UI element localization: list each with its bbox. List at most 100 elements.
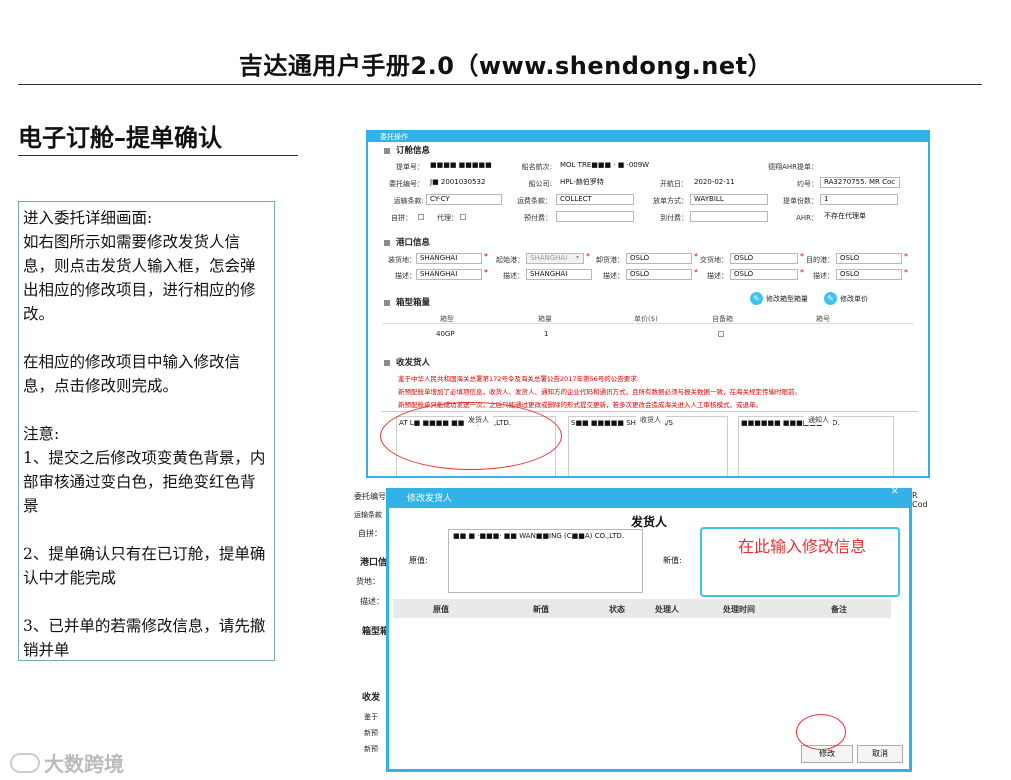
old-value-label: 原值: [409, 556, 428, 565]
cell-container-type: 40GP [436, 330, 455, 338]
bill-no-field[interactable]: ■■■■ ■■■■■ [426, 160, 506, 171]
sail-date-label: 开航日： [660, 180, 688, 188]
highlight-circle-shipper [380, 402, 562, 470]
prepaid-fee-field[interactable] [556, 211, 634, 222]
bg-row: 自拼： [358, 529, 382, 538]
origin-desc-field[interactable]: SHANGHAI [526, 269, 592, 280]
history-table-header: 原值 新值 状态 处理人 处理时间 备注 [393, 599, 891, 618]
bg-row: 描述： [360, 597, 384, 606]
bg-row: 箱型箱 [362, 627, 390, 637]
delivery-place-field[interactable]: OSLO [730, 253, 798, 264]
carrier-field[interactable]: HPL-赫伯罗特 [556, 177, 636, 188]
agent-checkbox[interactable] [460, 214, 466, 220]
input-hint-annotation: 在此输入修改信息 [738, 537, 867, 556]
own-container-checkbox[interactable] [718, 331, 724, 337]
bg-row: 鉴于 [364, 713, 378, 721]
watermark-logo-icon [10, 752, 40, 773]
collect-fee-label: 到付费： [660, 214, 688, 222]
self-consol-label: 自拼： [391, 214, 412, 222]
freight-terms-field[interactable]: COLLECT [556, 194, 634, 205]
chevron-down-icon: ▾ [576, 254, 580, 261]
section-title-underline [18, 155, 298, 156]
freight-terms-label: 运费条款： [517, 197, 552, 205]
desc-label: 描述： [603, 272, 624, 280]
vessel-field[interactable]: MOL TRE■■■ · ■ ·009W [556, 160, 676, 171]
transport-terms-label: 运输条款: [393, 197, 424, 205]
edit-price-button[interactable]: ✎ 修改单价 [824, 292, 868, 305]
th-remark: 备注 [831, 605, 847, 614]
th-handler: 处理人 [655, 605, 679, 614]
booking-section-title: 订舱信息 [384, 144, 430, 156]
edit-container-button[interactable]: ✎ 修改箱型箱量 [750, 292, 808, 305]
window-titlebar: 委托操作 [368, 132, 928, 142]
cancel-button[interactable]: 取消 [857, 745, 903, 763]
desc-label: 描述： [395, 272, 416, 280]
pencil-icon: ✎ [824, 292, 837, 305]
delivery-place-label: 交货地： [700, 256, 728, 264]
desc-label: 描述： [503, 272, 524, 280]
entrust-no-label: 委托编号： [389, 180, 424, 188]
bg-row: 新预 [364, 745, 378, 753]
cell-container-qty: 1 [544, 330, 549, 338]
required-star: * [904, 268, 908, 277]
watermark-text: 大数跨境 [44, 752, 124, 776]
bg-row: 港口信 [360, 558, 388, 568]
discharge-port-field[interactable]: OSLO [626, 253, 692, 264]
consignee-input[interactable]: S■■ ■■■■■ SHIPPING A/S [568, 416, 728, 476]
carrier-label: 船公司: [528, 180, 552, 188]
port-section-title: 港口信息 [384, 236, 430, 248]
delivery-desc-field[interactable]: OSLO [730, 269, 798, 280]
discharge-port-label: 卸货港： [596, 256, 624, 264]
bill-copies-field[interactable]: 1 [820, 194, 898, 205]
load-desc-field[interactable]: SHANGHAI [416, 269, 482, 280]
load-port-field[interactable]: SHANGHAI [416, 253, 482, 264]
load-port-label: 装货地： [388, 256, 416, 264]
bg-row: 新预 [364, 729, 378, 737]
close-icon[interactable]: ✕ [891, 487, 899, 497]
notify-header: 通知人 [804, 415, 833, 425]
notice-line-2: 新预配舱单增加了必填项信息，收货人、发货人、通知方的企业代码和通讯方式，且所有数… [398, 388, 801, 396]
container-section-title: 箱型箱量 [384, 296, 430, 308]
header-divider [18, 84, 982, 85]
collect-fee-field[interactable] [690, 211, 768, 222]
release-method-field[interactable]: WAYBILL [690, 194, 768, 205]
notify-input[interactable]: ■■■■■■ ■■■■■■ LTD. [738, 416, 894, 476]
self-consol-checkbox[interactable] [418, 214, 424, 220]
dest-port-field[interactable]: OSLO [836, 253, 902, 264]
transport-terms-field[interactable]: CY-CY [426, 194, 502, 205]
edit-price-label: 修改单价 [840, 294, 868, 303]
highlight-circle-modify [796, 714, 846, 750]
watermark: 大数跨境 [10, 748, 124, 777]
section-title: 电子订舱–提单确认 [18, 124, 222, 152]
bill-no-label: 提单号： [396, 163, 424, 171]
consignee-header: 收货人 [636, 415, 665, 425]
instruction-notes: 进入委托详细画面: 如右图所示如需要修改发货人信息，则点击发货人输入框，怎会弹出… [18, 201, 275, 661]
release-method-label: 放单方式： [653, 197, 688, 205]
contract-field[interactable]: RA3270755. MR Coc [820, 177, 900, 188]
entrust-no-field[interactable]: J■ 2001030532 [426, 177, 506, 188]
pencil-icon: ✎ [750, 292, 763, 305]
new-value-label: 新值: [663, 556, 682, 565]
bg-row: 货地： [356, 577, 380, 586]
bg-row: 运输条款 [354, 511, 382, 519]
bg-row: 委托编号 [354, 492, 386, 501]
page-header-title: 吉达通用户手册2.0（www.shendong.net） [238, 52, 773, 80]
th-old: 原值 [433, 605, 449, 614]
ahr-label: AHR： [796, 214, 818, 222]
old-value-textarea: ■■ ■ ·■■■· ■■ WAN■■ING (C■■A) CO.,LTD. [448, 529, 643, 593]
desc-label: 描述： [813, 272, 834, 280]
dialog-titlebar: 修改发货人 [389, 491, 909, 508]
dest-port-label: 目的港： [806, 256, 834, 264]
bg-row: 收发 [362, 693, 381, 703]
dest-desc-field[interactable]: OSLO [836, 269, 902, 280]
vessel-label: 船名航次: [521, 163, 552, 171]
bill-copies-label: 提单份数： [783, 197, 818, 205]
discharge-desc-field[interactable]: OSLO [626, 269, 692, 280]
edit-container-label: 修改箱型箱量 [766, 294, 808, 303]
bg-row: R Cod [912, 491, 928, 509]
agent-label: 代理： [437, 214, 458, 222]
party-section-title: 收发货人 [384, 356, 430, 368]
old-value-text: ■■ ■ ·■■■· ■■ WAN■■ING (C■■A) CO.,LTD. [453, 532, 624, 540]
th-new: 新值 [533, 605, 549, 614]
sail-date-field[interactable]: 2020-02-11 [690, 177, 770, 188]
